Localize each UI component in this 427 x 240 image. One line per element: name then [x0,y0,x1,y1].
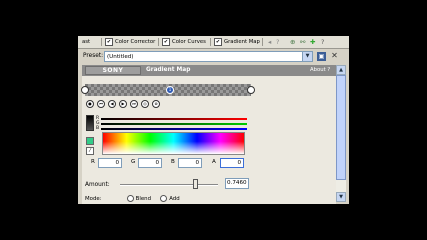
last-marker-button[interactable]: ⏭ [130,100,138,108]
color-swatch[interactable] [86,115,94,131]
a-label: A [212,159,216,165]
channel-g-slider[interactable] [101,123,247,125]
tab-divider [158,38,159,46]
gradient-color-marker[interactable]: 1 [166,86,174,94]
copy-marker-button[interactable]: ◎ [141,100,149,108]
color-mode-icon[interactable] [86,137,94,145]
mode-add-radio[interactable] [160,195,168,202]
add-marker-button[interactable]: ● [86,100,94,108]
mode-blend-radio[interactable] [126,195,134,202]
tab-divider [210,38,211,46]
channel-r-slider[interactable] [101,118,247,120]
close-icon[interactable]: ✕ [330,51,339,61]
preset-label: Preset: [83,53,104,59]
amount-label: Amount: [85,182,110,188]
b-value-field[interactable]: 0 [178,158,202,168]
tab-divider [262,38,263,46]
chevron-down-icon[interactable]: ▼ [302,52,312,61]
r-value-field[interactable]: 0 [98,158,122,168]
plugin-header: SONY Gradient Map About ? [82,65,336,76]
checkbox[interactable]: ✔ [162,38,170,46]
about-link[interactable]: About ? [310,67,330,73]
g-label: G [131,159,136,165]
g-value-field[interactable]: 0 [138,158,162,168]
arrow-left-icon[interactable]: ◂ [268,38,271,46]
scroll-thumb[interactable] [336,75,346,180]
eyedropper-icon[interactable]: ⁄ [86,147,94,155]
preset-dropdown[interactable]: (Untitled) ▼ [104,51,313,62]
checkbox[interactable]: ✔ [105,38,113,46]
amount-slider-thumb[interactable] [193,179,198,189]
question-icon[interactable]: ? [276,38,279,46]
amount-field[interactable]: 0.7460 [225,178,249,189]
channel-b-slider[interactable] [101,128,247,130]
plugin-name: Gradient Map [146,67,191,73]
b-label: B [171,159,175,165]
checkbox[interactable]: ✔ [214,38,222,46]
tab-color-curves[interactable]: ✔ Color Curves [162,37,206,47]
tab-divider [101,38,102,46]
mode-blend-label: Blend [135,196,152,202]
gradient-left-handle[interactable] [81,86,89,94]
chain-link-icon[interactable]: ⚯ [300,38,305,46]
vendor-logo: SONY [85,66,141,75]
scroll-down-icon[interactable]: ▼ [336,192,346,202]
chain-remove-icon[interactable]: ✚ [310,38,315,46]
chain-add-icon[interactable]: ⊕ [290,38,295,46]
tab-gradient-map[interactable]: ✔ Gradient Map [214,37,260,47]
amount-slider-track[interactable] [120,184,218,186]
vertical-scrollbar[interactable]: ▲ ▼ [336,65,346,202]
tab-partial[interactable]: ast [82,37,90,47]
mode-label: Mode: [85,196,102,202]
next-marker-button[interactable]: ▶ [119,100,127,108]
mode-add-label: Add [169,196,180,202]
a-value-field[interactable]: 0 [220,158,244,168]
help-icon[interactable]: ? [321,38,324,46]
gradient-right-handle[interactable] [247,86,255,94]
channel-b-label: B [96,126,100,131]
prev-marker-button[interactable]: ◀ [108,100,116,108]
video-fx-window: ast ✔ Color Corrector ✔ Color Curves ✔ G… [78,36,349,204]
first-marker-button[interactable]: ⏮ [97,100,105,108]
tab-color-corrector[interactable]: ✔ Color Corrector [105,37,155,47]
save-preset-icon[interactable]: ▣ [317,52,326,61]
delete-marker-button[interactable]: ⊗ [152,100,160,108]
color-spectrum[interactable] [102,132,245,155]
mode-row: Mode: Blend Add [85,195,180,202]
r-label: R [91,159,95,165]
plugin-panel: SONY Gradient Map About ? 1 ● ⏮ ◀ ▶ ⏭ ◎ … [81,65,336,204]
fx-chain-tabs: ast ✔ Color Corrector ✔ Color Curves ✔ G… [78,36,349,49]
preset-value: (Untitled) [107,54,134,60]
scroll-up-icon[interactable]: ▲ [336,65,346,75]
